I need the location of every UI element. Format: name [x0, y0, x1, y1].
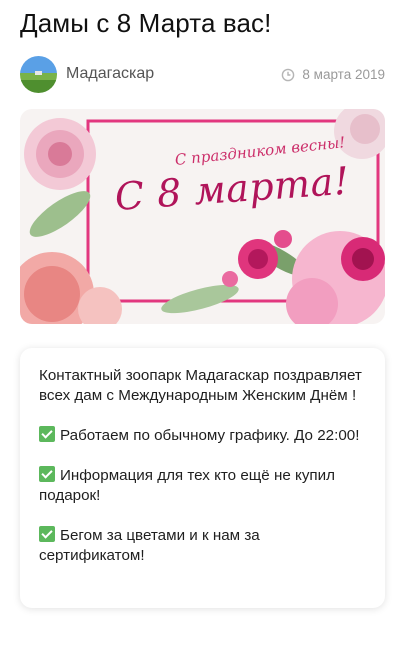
list-item-text: Информация для тех кто ещё не купил пода…	[39, 467, 335, 504]
list-item: Бегом за цветами и к нам за сертификатом…	[39, 526, 367, 566]
check-mark-icon	[39, 426, 55, 442]
check-mark-icon	[39, 526, 55, 542]
list-item: Информация для тех кто ещё не купил пода…	[39, 466, 367, 506]
post-date-group: 8 марта 2019	[281, 67, 385, 82]
list-item: Работаем по обычному графику. До 22:00!	[39, 426, 367, 446]
post-title: Дамы с 8 Марта вас!	[20, 8, 272, 38]
intro-paragraph: Контактный зоопарк Мадагаскар поздравляе…	[39, 367, 362, 404]
post-meta: Мадагаскар 8 марта 2019	[20, 56, 387, 94]
post-image[interactable]: С праздником весны! С 8 марта!	[20, 109, 385, 324]
post-date: 8 марта 2019	[302, 67, 385, 82]
author-avatar[interactable]	[20, 56, 57, 93]
avatar-landscape-icon	[20, 56, 57, 93]
list-item-text: Бегом за цветами и к нам за сертификатом…	[39, 527, 260, 564]
post-body-card: Контактный зоопарк Мадагаскар поздравляе…	[20, 348, 385, 608]
list-item-text: Работаем по обычному графику. До 22:00!	[60, 427, 360, 444]
clock-icon	[282, 68, 295, 81]
check-mark-icon	[39, 466, 55, 482]
author-name[interactable]: Мадагаскар	[66, 65, 154, 83]
